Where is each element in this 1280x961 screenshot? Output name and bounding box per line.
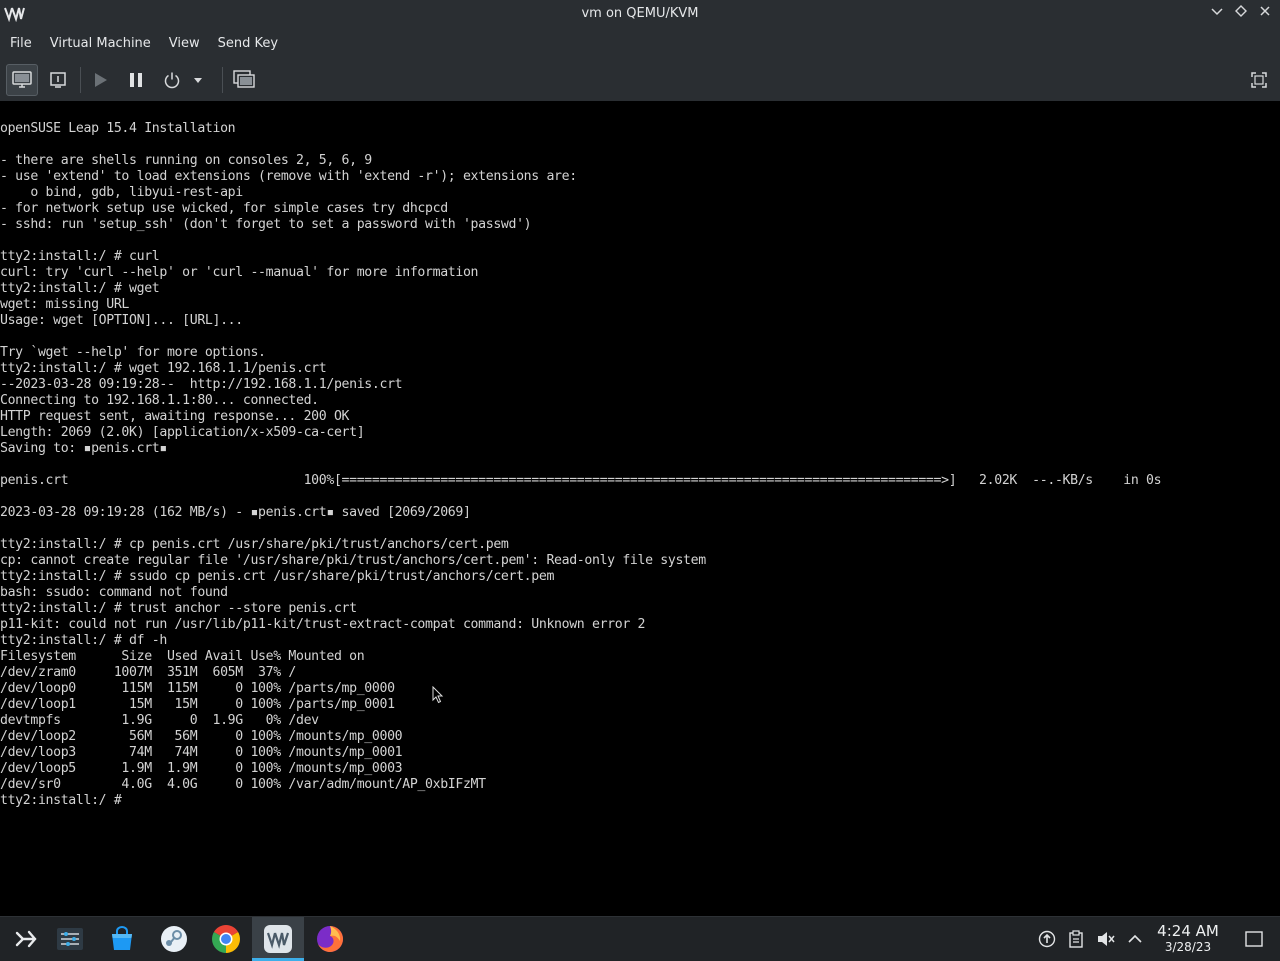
console-line: devtmpfs 1.9G 0 1.9G 0% /dev: [0, 713, 319, 728]
taskbar-chrome[interactable]: [200, 917, 252, 961]
snapshots-icon: [233, 70, 255, 88]
fullscreen-icon: [1251, 72, 1267, 88]
steam-icon: [161, 926, 187, 952]
console-line: wget: missing URL: [0, 297, 130, 312]
console-line: - sshd: run 'setup_ssh' (don't forget to…: [0, 217, 532, 232]
console-line: openSUSE Leap 15.4 Installation: [0, 121, 236, 136]
clock-time: 4:24 AM: [1157, 922, 1219, 940]
console-line: tty2:install:/ # wget 192.168.1.1/penis.…: [0, 361, 327, 376]
taskbar-steam[interactable]: [148, 917, 200, 961]
console-line: tty2:install:/ #: [0, 793, 130, 808]
menu-bar: File Virtual Machine View Send Key: [0, 29, 1280, 59]
pause-button[interactable]: [120, 64, 152, 96]
console-line: /dev/loop1 15M 15M 0 100% /parts/mp_0001: [0, 697, 395, 712]
chevron-up-icon: [1128, 934, 1142, 943]
toolbar-separator: [80, 67, 81, 93]
details-view-button[interactable]: [42, 64, 74, 96]
console-line: /dev/loop2 56M 56M 0 100% /mounts/mp_000…: [0, 729, 403, 744]
settings-sliders-icon: [57, 928, 83, 950]
console-line: penis.crt 100%[=========================…: [0, 473, 1162, 488]
console-line: 2023-03-28 09:19:28 (162 MB/s) - ▪penis.…: [0, 505, 471, 520]
clock[interactable]: 4:24 AM 3/28/23: [1150, 922, 1226, 955]
mouse-pointer-icon: [432, 686, 444, 704]
console-line: /dev/loop5 1.9M 1.9M 0 100% /mounts/mp_0…: [0, 761, 403, 776]
run-button[interactable]: [84, 64, 116, 96]
console-line: /dev/sr0 4.0G 4.0G 0 100% /var/adm/mount…: [0, 777, 486, 792]
console-line: tty2:install:/ # ssudo cp penis.crt /usr…: [0, 569, 555, 584]
console-line: Filesystem Size Used Avail Use% Mounted …: [0, 649, 365, 664]
maximize-button[interactable]: [1232, 5, 1250, 23]
minimize-button[interactable]: [1208, 5, 1226, 23]
console-view-button[interactable]: [6, 64, 38, 96]
console-line: /dev/zram0 1007M 351M 605M 37% /: [0, 665, 296, 680]
dropdown-arrow-icon: [194, 78, 202, 83]
close-icon: [1260, 6, 1270, 16]
console-line: Usage: wget [OPTION]... [URL]...: [0, 313, 243, 328]
clipboard-icon: [1069, 930, 1083, 948]
steamos-launcher-icon: [15, 930, 37, 948]
console-line: /dev/loop3 74M 74M 0 100% /mounts/mp_000…: [0, 745, 403, 760]
close-button[interactable]: [1256, 5, 1274, 23]
console-line: tty2:install:/ # curl: [0, 249, 160, 264]
monitor-icon: [12, 71, 32, 88]
console-line: Connecting to 192.168.1.1:80... connecte…: [0, 393, 319, 408]
console-output: openSUSE Leap 15.4 Installation - there …: [0, 121, 1162, 809]
taskbar-firefox[interactable]: [304, 917, 356, 961]
taskbar-system-settings[interactable]: [44, 917, 96, 961]
menu-virtual-machine[interactable]: Virtual Machine: [41, 29, 160, 59]
snapshots-button[interactable]: [228, 64, 260, 96]
pause-icon: [130, 73, 142, 87]
show-desktop-icon: [1245, 931, 1263, 947]
shopping-bag-icon: [112, 926, 132, 950]
taskbar: 4:24 AM 3/28/23: [0, 916, 1280, 961]
clock-date: 3/28/23: [1164, 940, 1212, 954]
taskbar-discover[interactable]: [96, 917, 148, 961]
console-line: bash: ssudo: command not found: [0, 585, 228, 600]
play-icon: [95, 73, 107, 87]
taskbar-virt-manager[interactable]: [252, 917, 304, 961]
vm-console-display[interactable]: openSUSE Leap 15.4 Installation - there …: [0, 101, 1280, 916]
console-line: Length: 2069 (2.0K) [application/x-x509-…: [0, 425, 365, 440]
info-icon: [50, 72, 66, 88]
diamond-icon: [1235, 5, 1247, 17]
console-line: cp: cannot create regular file '/usr/sha…: [0, 553, 706, 568]
console-line: o bind, gdb, libyui-rest-api: [0, 185, 243, 200]
menu-view[interactable]: View: [160, 29, 209, 59]
chrome-icon: [212, 925, 240, 953]
shutdown-menu-button[interactable]: [188, 64, 208, 96]
tray-volume-muted-icon[interactable]: [1096, 929, 1116, 949]
volume-muted-icon: [1098, 932, 1115, 946]
console-line: - use 'extend' to load extensions (remov…: [0, 169, 577, 184]
console-line: --2023-03-28 09:19:28-- http://192.168.1…: [0, 377, 403, 392]
firefox-icon: [317, 926, 343, 952]
shutdown-button[interactable]: [156, 64, 188, 96]
console-line: - there are shells running on consoles 2…: [0, 153, 372, 168]
console-line: curl: try 'curl --help' or 'curl --manua…: [0, 265, 479, 280]
console-line: HTTP request sent, awaiting response... …: [0, 409, 350, 424]
show-desktop-button[interactable]: [1244, 929, 1264, 949]
virt-manager-icon: [264, 925, 292, 953]
menu-file[interactable]: File: [0, 29, 41, 59]
update-icon: [1038, 930, 1056, 948]
tray-clipboard-icon[interactable]: [1066, 929, 1086, 949]
console-line: - for network setup use wicked, for simp…: [0, 201, 448, 216]
power-icon: [164, 72, 180, 89]
console-line: tty2:install:/ # wget: [0, 281, 160, 296]
chevron-down-icon: [1211, 8, 1223, 16]
toolbar: [0, 59, 1280, 102]
tray-update-icon[interactable]: [1037, 929, 1057, 949]
console-line: p11-kit: could not run /usr/lib/p11-kit/…: [0, 617, 646, 632]
menu-send-key[interactable]: Send Key: [209, 29, 287, 59]
title-bar: vm on QEMU/KVM: [0, 0, 1280, 29]
console-line: tty2:install:/ # trust anchor --store pe…: [0, 601, 357, 616]
console-line: Try `wget --help' for more options.: [0, 345, 266, 360]
console-line: /dev/loop0 115M 115M 0 100% /parts/mp_00…: [0, 681, 395, 696]
fullscreen-button[interactable]: [1243, 64, 1275, 96]
toolbar-separator: [222, 67, 223, 93]
console-line: tty2:install:/ # cp penis.crt /usr/share…: [0, 537, 509, 552]
console-line: Saving to: ▪penis.crt▪: [0, 441, 167, 456]
console-line: tty2:install:/ # df -h: [0, 633, 167, 648]
window-title: vm on QEMU/KVM: [581, 6, 699, 21]
tray-expand-button[interactable]: [1125, 929, 1145, 949]
